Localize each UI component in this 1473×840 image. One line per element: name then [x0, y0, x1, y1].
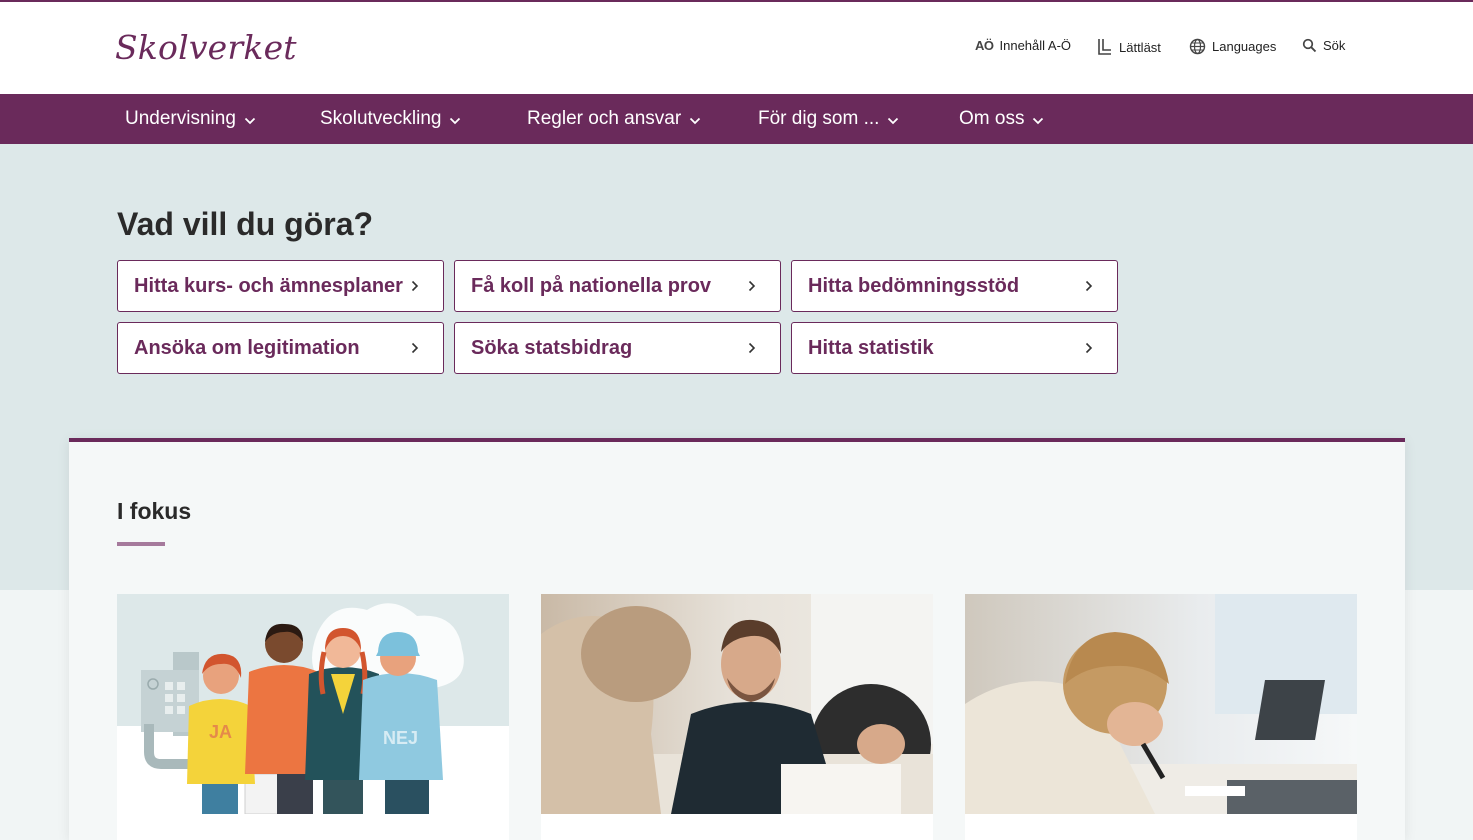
chevron-right-icon — [411, 342, 419, 354]
easy-read-link[interactable]: Lättläst — [1097, 38, 1161, 56]
languages-link[interactable]: Languages — [1189, 38, 1276, 55]
focus-card-teacher-photo[interactable] — [541, 594, 933, 840]
content-a-o-link[interactable]: AÖ Innehåll A-Ö — [975, 38, 1071, 53]
quick-link-statsbidrag[interactable]: Söka statsbidrag — [454, 322, 781, 374]
focus-card-student-photo[interactable] — [965, 594, 1357, 840]
chevron-down-icon — [888, 117, 899, 124]
quick-link-label: Hitta bedömningsstöd — [808, 274, 1020, 297]
children-illustration: JA NEJ — [117, 594, 509, 814]
site-header: Skolverket AÖ Innehåll A-Ö Lättläst Lang… — [0, 2, 1473, 94]
chevron-down-icon — [450, 117, 461, 124]
easy-read-label: Lättläst — [1119, 39, 1161, 55]
chevron-right-icon — [748, 342, 756, 354]
search-label: Sök — [1323, 38, 1346, 53]
nav-item-label: Skolutveckling — [320, 108, 442, 129]
svg-text:JA: JA — [209, 722, 232, 742]
focus-heading: I fokus — [117, 498, 192, 524]
chevron-right-icon — [411, 280, 419, 292]
focus-card-children-illustration[interactable]: JA NEJ — [117, 594, 509, 840]
quick-link-label: Ansöka om legitimation — [134, 336, 360, 359]
nav-item-label: Regler och ansvar — [527, 108, 682, 129]
focus-heading-underline — [117, 542, 165, 546]
quick-link-label: Hitta kurs- och ämnesplaner — [134, 274, 403, 297]
chevron-down-icon — [1033, 117, 1044, 124]
quick-link-statistik[interactable]: Hitta statistik — [791, 322, 1118, 374]
nav-item-skolutveckling[interactable]: Skolutveckling — [320, 94, 461, 144]
search-link[interactable]: Sök — [1302, 38, 1345, 53]
az-icon: AÖ — [975, 38, 994, 53]
chevron-right-icon — [748, 280, 756, 292]
quick-link-bedomningsstod[interactable]: Hitta bedömningsstöd — [791, 260, 1118, 312]
easy-read-icon — [1097, 38, 1113, 56]
nav-item-om-oss[interactable]: Om oss — [959, 94, 1044, 144]
svg-text:NEJ: NEJ — [383, 728, 418, 748]
quick-links-heading: Vad vill du göra? — [117, 206, 374, 242]
languages-label: Languages — [1212, 39, 1277, 54]
globe-icon — [1189, 38, 1206, 55]
quick-link-label: Söka statsbidrag — [471, 336, 633, 359]
nav-item-for-dig-som[interactable]: För dig som ... — [758, 94, 899, 144]
chevron-right-icon — [1085, 280, 1093, 292]
content-a-o-label: Innehåll A-Ö — [999, 38, 1072, 53]
nav-item-label: För dig som ... — [758, 108, 880, 129]
nav-item-regler-och-ansvar[interactable]: Regler och ansvar — [527, 94, 701, 144]
nav-item-label: Undervisning — [125, 108, 236, 129]
chevron-down-icon — [244, 117, 256, 124]
skolverket-logo[interactable]: Skolverket — [115, 28, 297, 67]
quick-link-label: Hitta statistik — [808, 336, 934, 359]
main-navigation: Undervisning Skolutveckling Regler och a… — [0, 94, 1473, 144]
nav-item-label: Om oss — [959, 108, 1025, 129]
quick-link-nationella-prov[interactable]: Få koll på nationella prov — [454, 260, 781, 312]
student-writing-photo — [965, 594, 1357, 814]
chevron-down-icon — [690, 117, 701, 124]
quick-link-kurs-och-amnesplaner[interactable]: Hitta kurs- och ämnesplaner — [117, 260, 444, 312]
nav-item-undervisning[interactable]: Undervisning — [125, 94, 256, 144]
focus-section: I fokus JA NEJ — [69, 438, 1405, 840]
quick-link-label: Få koll på nationella prov — [471, 274, 712, 297]
search-icon — [1302, 38, 1317, 53]
chevron-right-icon — [1085, 342, 1093, 354]
teacher-student-photo — [541, 594, 933, 814]
quick-link-legitimation[interactable]: Ansöka om legitimation — [117, 322, 444, 374]
